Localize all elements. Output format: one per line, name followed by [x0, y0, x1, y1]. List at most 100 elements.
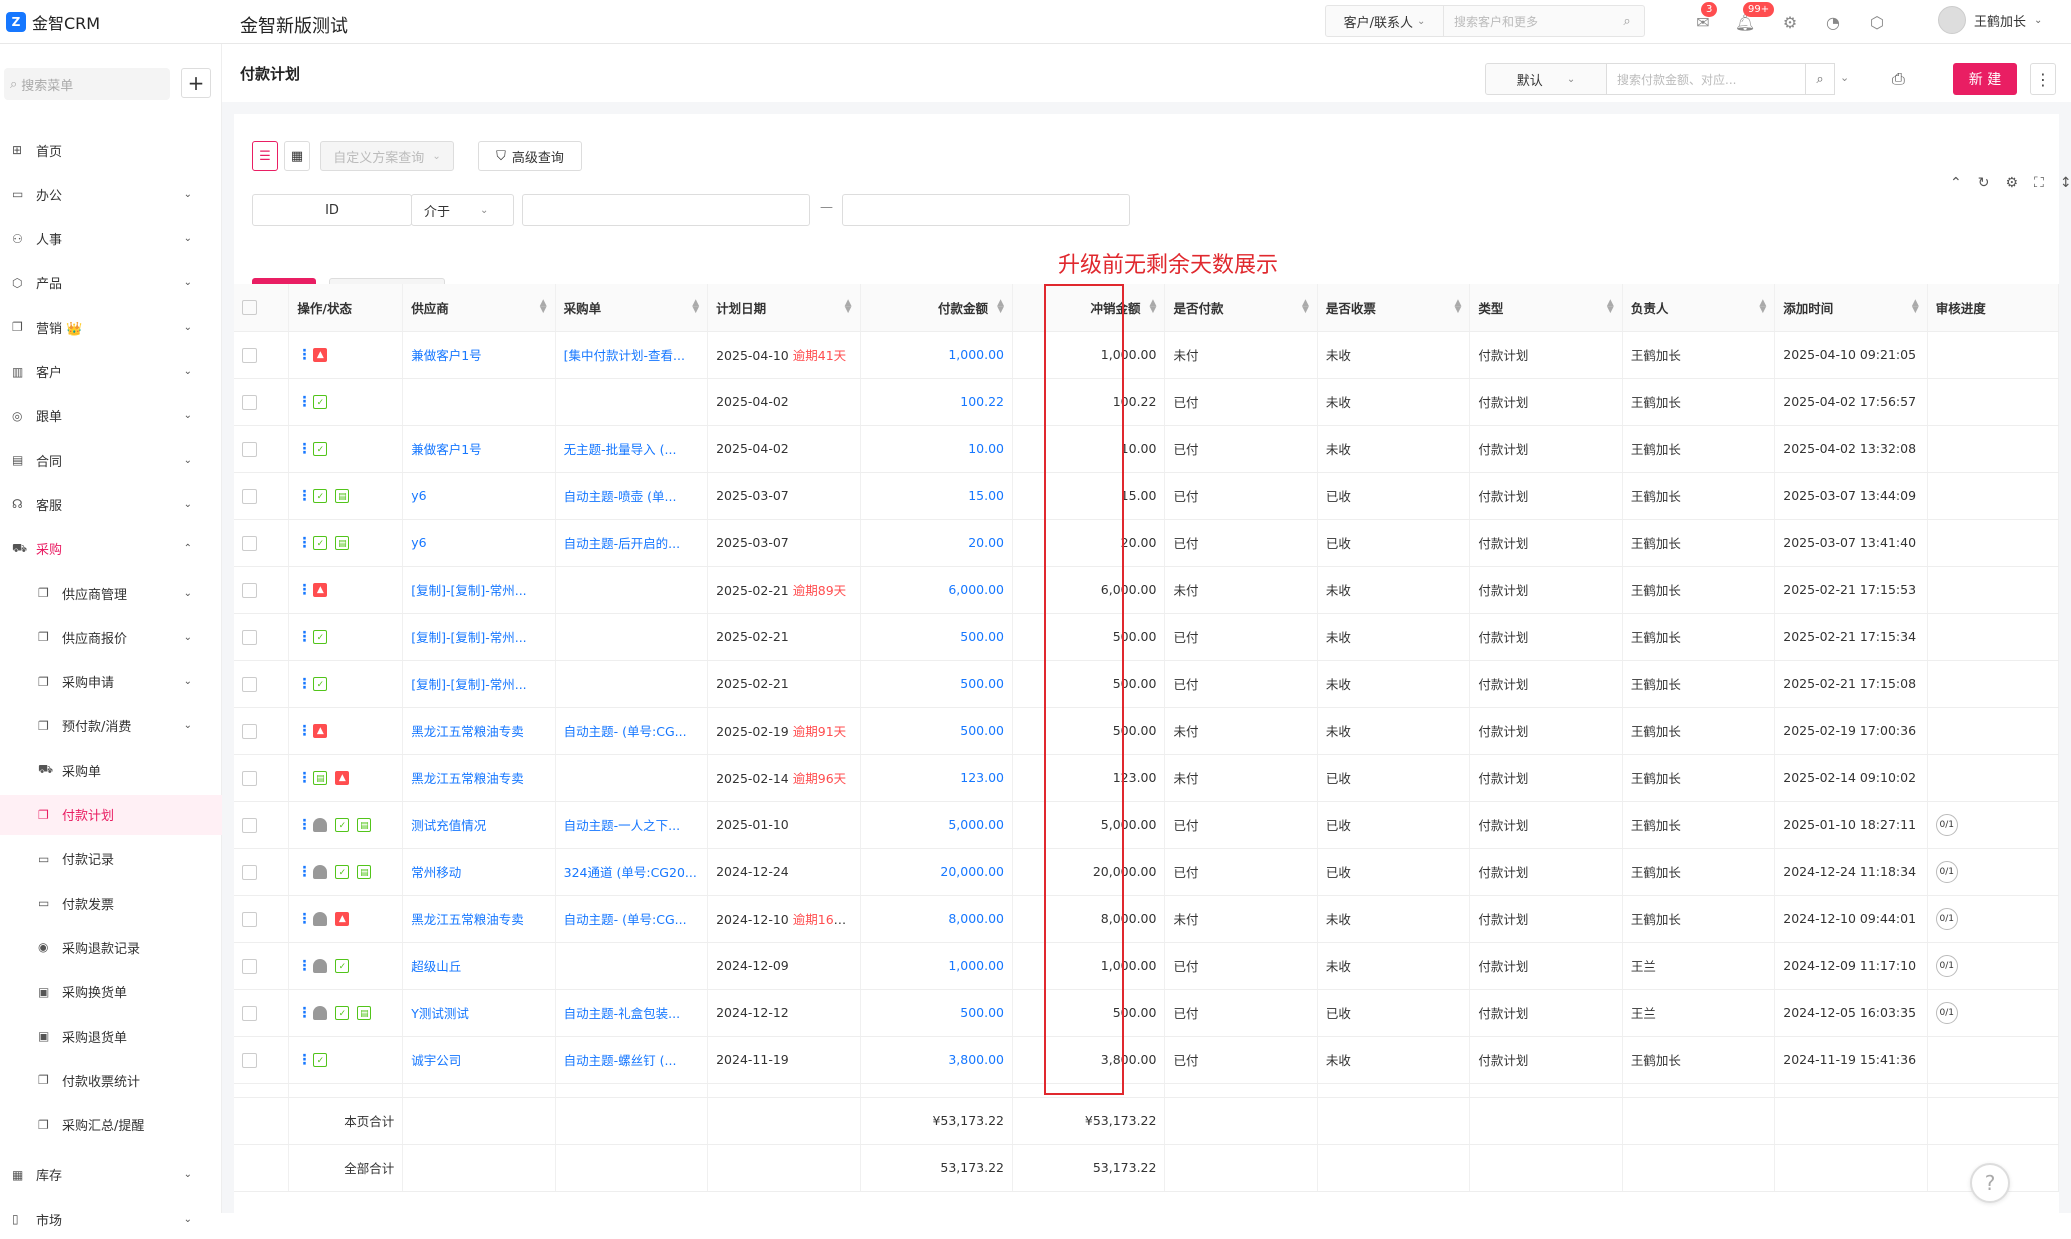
document-icon[interactable]: ✓: [335, 958, 350, 973]
column-header[interactable]: 类型 ▲ ▼: [1469, 284, 1623, 332]
sort-icon[interactable]: ▲ ▼: [845, 299, 852, 315]
table-row[interactable]: ⋮ ✓ 超级山丘 2024-12-09 1,000.00 1,000.00 已付 未收 付款计…: [234, 942, 2060, 990]
row-checkbox[interactable]: [242, 770, 257, 786]
table-row[interactable]: ⋮ ✓ ▤ 测试充值情况 自动主题-一人之下... 2025-01-10 5,000.00…: [234, 801, 2060, 849]
list-view-icon[interactable]: ☰: [252, 141, 278, 171]
audit-progress[interactable]: 0/1: [1935, 1001, 1958, 1024]
sidebar-item-9[interactable]: ⛟ 采购 ⌃: [0, 529, 222, 569]
po-link[interactable]: 自动主题-喷壶 (单...: [564, 489, 677, 504]
row-checkbox[interactable]: [242, 441, 257, 457]
supplier-link[interactable]: [复制]-[复制]-常州...: [411, 677, 526, 692]
invoice-icon[interactable]: ▤: [357, 864, 372, 879]
help-icon[interactable]: ?: [1970, 1163, 2010, 1203]
row-height-icon[interactable]: ↕: [2060, 175, 2071, 191]
table-row[interactable]: ⋮ ✓ ▤ y6 自动主题-喷壶 (单... 2025-03-07 15.00 15.00 已…: [234, 472, 2060, 520]
supplier-link[interactable]: 常州移动: [411, 865, 461, 880]
page-search-input[interactable]: 搜索付款金额、对应...: [1606, 63, 1806, 95]
print-icon[interactable]: ⎙: [1892, 69, 1905, 89]
document-icon[interactable]: ✓: [313, 1052, 328, 1067]
settings-icon[interactable]: ⚙: [2005, 175, 2018, 191]
sort-icon[interactable]: ▲ ▼: [997, 299, 1004, 315]
global-search-input[interactable]: 搜索客户和更多: [1444, 13, 1610, 30]
document-icon[interactable]: ✓: [335, 817, 350, 832]
amount-link[interactable]: 500.00: [960, 676, 1004, 691]
po-link[interactable]: 自动主题-一人之下...: [564, 818, 680, 833]
sidebar-item-sub-10[interactable]: ▣ 采购退货单: [0, 1016, 222, 1056]
person-icon[interactable]: [313, 911, 328, 926]
supplier-link[interactable]: 兼做客户1号: [411, 442, 481, 457]
sidebar-item-sub-3[interactable]: ❐ 预付款/消费 ⌄: [0, 706, 222, 746]
row-menu-icon[interactable]: ⋮: [297, 723, 311, 739]
row-checkbox[interactable]: [242, 676, 257, 692]
row-menu-icon[interactable]: ⋮: [297, 817, 311, 833]
shield-icon[interactable]: ⬡: [1867, 12, 1887, 32]
table-row[interactable]: ⋮ ✓ 诚宇公司 自动主题-螺丝钉 (... 2024-11-19 3,800.00 3,…: [234, 1036, 2060, 1084]
row-menu-icon[interactable]: ⋮: [297, 770, 311, 786]
document-icon[interactable]: ✓: [313, 488, 328, 503]
sidebar-item-4[interactable]: ❐ 营销 👑 ⌄: [0, 307, 222, 347]
row-checkbox[interactable]: [242, 864, 257, 880]
document-icon[interactable]: ✓: [313, 629, 328, 644]
row-menu-icon[interactable]: ⋮: [297, 347, 311, 363]
calendar-icon[interactable]: ▦: [284, 141, 310, 171]
invoice-icon[interactable]: ▤: [335, 488, 350, 503]
row-menu-icon[interactable]: ⋮: [297, 441, 311, 457]
table-row[interactable]: ⋮ ▤ ▲ 黑龙江五常粮油专卖 2025-02-14 逾期96天 123.00 123.00…: [234, 754, 2060, 802]
po-link[interactable]: 自动主题-礼盒包装...: [564, 1006, 680, 1021]
audit-progress[interactable]: 0/1: [1935, 907, 1958, 930]
column-header[interactable]: 供应商 ▲ ▼: [402, 284, 556, 332]
sidebar-item-6[interactable]: ◎ 跟单 ⌄: [0, 396, 222, 436]
table-row[interactable]: ⋮ ✓ [复制]-[复制]-常州... 2025-02-21 500.00 500.00…: [234, 660, 2060, 708]
amount-link[interactable]: 5,000.00: [948, 817, 1004, 832]
column-header[interactable]: 操作/状态: [288, 284, 404, 332]
select-all-checkbox-cell[interactable]: [234, 284, 290, 332]
po-link[interactable]: 自动主题-螺丝钉 (...: [564, 1053, 677, 1068]
filter-op-select[interactable]: 介于 ⌄: [411, 194, 514, 226]
sidebar-item-0[interactable]: ▦ 库存 ⌄: [0, 1155, 222, 1195]
gear-icon[interactable]: ⚙: [1780, 12, 1800, 32]
supplier-link[interactable]: 超级山丘: [411, 959, 461, 974]
table-row[interactable]: ⋮ ✓ ▤ 常州移动 324通道 (单号:CG20... 2024-12-24 20,00…: [234, 848, 2060, 896]
amount-link[interactable]: 20,000.00: [940, 864, 1004, 879]
invoice-icon[interactable]: ▤: [313, 770, 328, 785]
sidebar-item-sub-6[interactable]: ▭ 付款记录: [0, 839, 222, 879]
sidebar-item-0[interactable]: ⊞ 首页: [0, 130, 222, 170]
sort-icon[interactable]: ▲ ▼: [1454, 299, 1461, 315]
sidebar-item-sub-7[interactable]: ▭ 付款发票: [0, 883, 222, 923]
row-menu-icon[interactable]: ⋮: [297, 1052, 311, 1068]
add-menu-button[interactable]: +: [181, 68, 211, 98]
filter-field-select[interactable]: ID: [252, 194, 412, 226]
person-icon[interactable]: [313, 864, 328, 879]
row-checkbox[interactable]: [242, 723, 257, 739]
supplier-link[interactable]: 黑龙江五常粮油专卖: [411, 771, 524, 786]
fullscreen-icon[interactable]: ⛶: [2034, 175, 2044, 191]
amount-link[interactable]: 15.00: [968, 488, 1004, 503]
amount-link[interactable]: 3,800.00: [948, 1052, 1004, 1067]
supplier-link[interactable]: 测试充值情况: [411, 818, 486, 833]
supplier-link[interactable]: [复制]-[复制]-常州...: [411, 630, 526, 645]
row-menu-icon[interactable]: ⋮: [297, 911, 311, 927]
audit-progress[interactable]: 0/1: [1935, 813, 1958, 836]
po-link[interactable]: [集中付款计划-查看...: [564, 348, 685, 363]
view-select[interactable]: 默认 ⌄: [1485, 63, 1607, 95]
po-link[interactable]: 无主题-批量导入 (...: [564, 442, 677, 457]
menu-search-input[interactable]: ⌕ 搜索菜单: [4, 68, 170, 100]
sidebar-item-7[interactable]: ▤ 合同 ⌄: [0, 440, 222, 480]
row-menu-icon[interactable]: ⋮: [297, 488, 311, 504]
table-row[interactable]: ⋮ ✓ ▤ y6 自动主题-后开启的... 2025-03-07 20.00 20.00 已付…: [234, 519, 2060, 567]
sidebar-item-sub-12[interactable]: ❐ 采购汇总/提醒: [0, 1105, 222, 1145]
table-row[interactable]: ⋮ ▲ 黑龙江五常粮油专卖 自动主题- (单号:CG... 2025-02-19 逾期9…: [234, 707, 2060, 755]
column-header[interactable]: 付款金额 ▲ ▼: [860, 284, 1014, 332]
document-icon[interactable]: ✓: [335, 1005, 350, 1020]
supplier-link[interactable]: y6: [411, 535, 426, 550]
po-link[interactable]: 324通道 (单号:CG20...: [564, 865, 697, 880]
sort-icon[interactable]: ▲ ▼: [692, 299, 699, 315]
column-header[interactable]: 采购单 ▲ ▼: [555, 284, 709, 332]
collapse-icon[interactable]: ⌃: [1950, 175, 1962, 191]
po-link[interactable]: 自动主题- (单号:CG...: [564, 724, 687, 739]
amount-link[interactable]: 1,000.00: [948, 347, 1004, 362]
warning-icon[interactable]: ▲: [313, 723, 328, 738]
amount-link[interactable]: 8,000.00: [948, 911, 1004, 926]
po-link[interactable]: 自动主题-后开启的...: [564, 536, 680, 551]
sort-icon[interactable]: ▲ ▼: [1607, 299, 1614, 315]
